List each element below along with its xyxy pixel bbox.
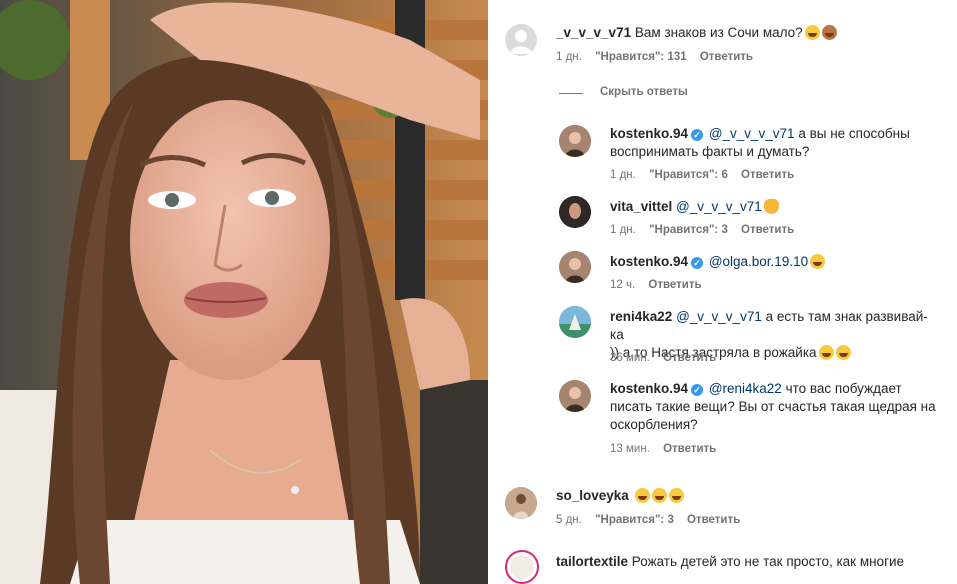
avatar-image xyxy=(559,251,591,283)
comment-time[interactable]: 1 дн. xyxy=(556,51,582,63)
comment-body: so_loveyka xyxy=(556,487,684,505)
comment-text-line3: оскорбления? xyxy=(610,417,698,432)
comment-text-line2: писать такие вещи? Вы от счастья такая щ… xyxy=(610,399,936,414)
user-silhouette-icon xyxy=(510,30,532,54)
comment-likes[interactable]: "Нравится": 131 xyxy=(595,51,687,63)
reply-button[interactable]: Ответить xyxy=(687,514,740,526)
reply-button[interactable]: Ответить xyxy=(663,443,716,455)
comment-username[interactable]: tailortextile xyxy=(556,554,628,569)
grinning-emoji xyxy=(835,345,851,360)
comment-username[interactable]: so_loveyka xyxy=(556,488,629,503)
comment-time[interactable]: 1 дн. xyxy=(610,169,636,181)
verified-badge-icon: ✓ xyxy=(691,257,704,269)
default-avatar[interactable] xyxy=(505,24,537,56)
avatar[interactable] xyxy=(559,125,591,157)
comment-text: Вам знаков из Сочи мало? xyxy=(634,25,803,40)
comment-username[interactable]: kostenko.94 xyxy=(610,126,688,141)
avatar[interactable] xyxy=(559,196,591,228)
comment-meta: 13 мин. Ответить xyxy=(610,443,726,455)
comment-body: kostenko.94 ✓ @reni4ka22 что вас побуждае… xyxy=(610,380,950,434)
reply-button[interactable]: Ответить xyxy=(663,352,716,364)
avatar[interactable] xyxy=(559,306,591,338)
reply-button[interactable]: Ответить xyxy=(741,224,794,236)
reply-button[interactable]: Ответить xyxy=(648,279,701,291)
hide-replies-line xyxy=(559,93,583,94)
comment-body: _v_v_v_v71 Вам знаков из Сочи мало? xyxy=(556,24,837,42)
comment-time[interactable]: 1 дн. xyxy=(610,224,636,236)
comment-text-line2: воспринимать факты и думать? xyxy=(610,144,810,159)
post-photo xyxy=(0,0,488,584)
avatar-image xyxy=(559,306,591,338)
comment-time[interactable]: 12 ч. xyxy=(610,279,635,291)
avatar[interactable] xyxy=(559,251,591,283)
comment-username[interactable]: kostenko.94 xyxy=(610,254,688,269)
comment-time[interactable]: 13 мин. xyxy=(610,443,650,455)
comment-meta: 12 ч. Ответить xyxy=(610,279,712,291)
laughing-emoji xyxy=(651,488,667,503)
comments-panel: _v_v_v_v71 Вам знаков из Сочи мало? 1 дн… xyxy=(488,0,957,584)
comment-text: Рожать детей это не так просто, как мног… xyxy=(631,554,905,569)
laughing-emoji xyxy=(634,488,650,503)
mention-link[interactable]: @reni4ka22 xyxy=(709,381,782,396)
comment-body: kostenko.94 ✓ @_v_v_v_v71 а вы не способн… xyxy=(610,125,930,161)
comment-username[interactable]: reni4ka22 xyxy=(610,309,672,324)
verified-badge-icon: ✓ xyxy=(691,129,704,141)
comment-likes[interactable]: "Нравится": 6 xyxy=(649,169,728,181)
avatar-image xyxy=(559,196,591,228)
comment-username[interactable]: _v_v_v_v71 xyxy=(556,25,631,40)
laughing-emoji xyxy=(810,254,826,269)
comment-meta: 5 дн. "Нравится": 3 Ответить xyxy=(556,514,750,526)
avatar-image xyxy=(559,125,591,157)
avatar[interactable] xyxy=(559,380,591,412)
comment-text: а вы не способны xyxy=(794,126,910,141)
selfie-image xyxy=(0,0,488,584)
hide-replies-button[interactable]: Скрыть ответы xyxy=(600,86,688,98)
comment-time[interactable]: 36 мин. xyxy=(610,352,650,364)
mention-link[interactable]: @_v_v_v_v71 xyxy=(709,126,795,141)
mention-link[interactable]: @olga.bor.19.10 xyxy=(709,254,808,269)
avatar-image xyxy=(510,555,534,579)
comment-body: tailortextile Рожать детей это не так пр… xyxy=(556,553,904,571)
comment-meta: 1 дн. "Нравится": 6 Ответить xyxy=(610,169,804,181)
mention-link[interactable]: @_v_v_v_v71 xyxy=(676,309,762,324)
avatar-image xyxy=(505,487,537,519)
comment-body: vita_vittel @_v_v_v_v71 xyxy=(610,198,779,216)
comment-username[interactable]: kostenko.94 xyxy=(610,381,688,396)
avatar[interactable] xyxy=(505,550,539,584)
avatar[interactable] xyxy=(505,487,537,519)
comment-meta: 1 дн. "Нравится": 3 Ответить xyxy=(610,224,804,236)
comment-likes[interactable]: "Нравится": 3 xyxy=(595,514,674,526)
comment-likes[interactable]: "Нравится": 3 xyxy=(649,224,728,236)
comment-time[interactable]: 5 дн. xyxy=(556,514,582,526)
clapping-hands-emoji xyxy=(763,199,779,214)
mention-link[interactable]: @_v_v_v_v71 xyxy=(676,199,762,214)
comment-text: что вас побуждает xyxy=(781,381,902,396)
comment-body: kostenko.94 ✓ @olga.bor.19.10 xyxy=(610,253,826,271)
comment-meta: 36 мин. Ответить xyxy=(610,352,726,364)
see-no-evil-monkey-emoji xyxy=(821,25,837,40)
grinning-emoji xyxy=(818,345,834,360)
reply-button[interactable]: Ответить xyxy=(741,169,794,181)
reply-button[interactable]: Ответить xyxy=(700,51,753,63)
verified-badge-icon: ✓ xyxy=(691,384,704,396)
avatar-image xyxy=(559,380,591,412)
laughing-emoji xyxy=(668,488,684,503)
comment-username[interactable]: vita_vittel xyxy=(610,199,672,214)
comment-meta: 1 дн. "Нравится": 131 Ответить xyxy=(556,51,763,63)
sweat-smile-emoji xyxy=(804,25,820,40)
